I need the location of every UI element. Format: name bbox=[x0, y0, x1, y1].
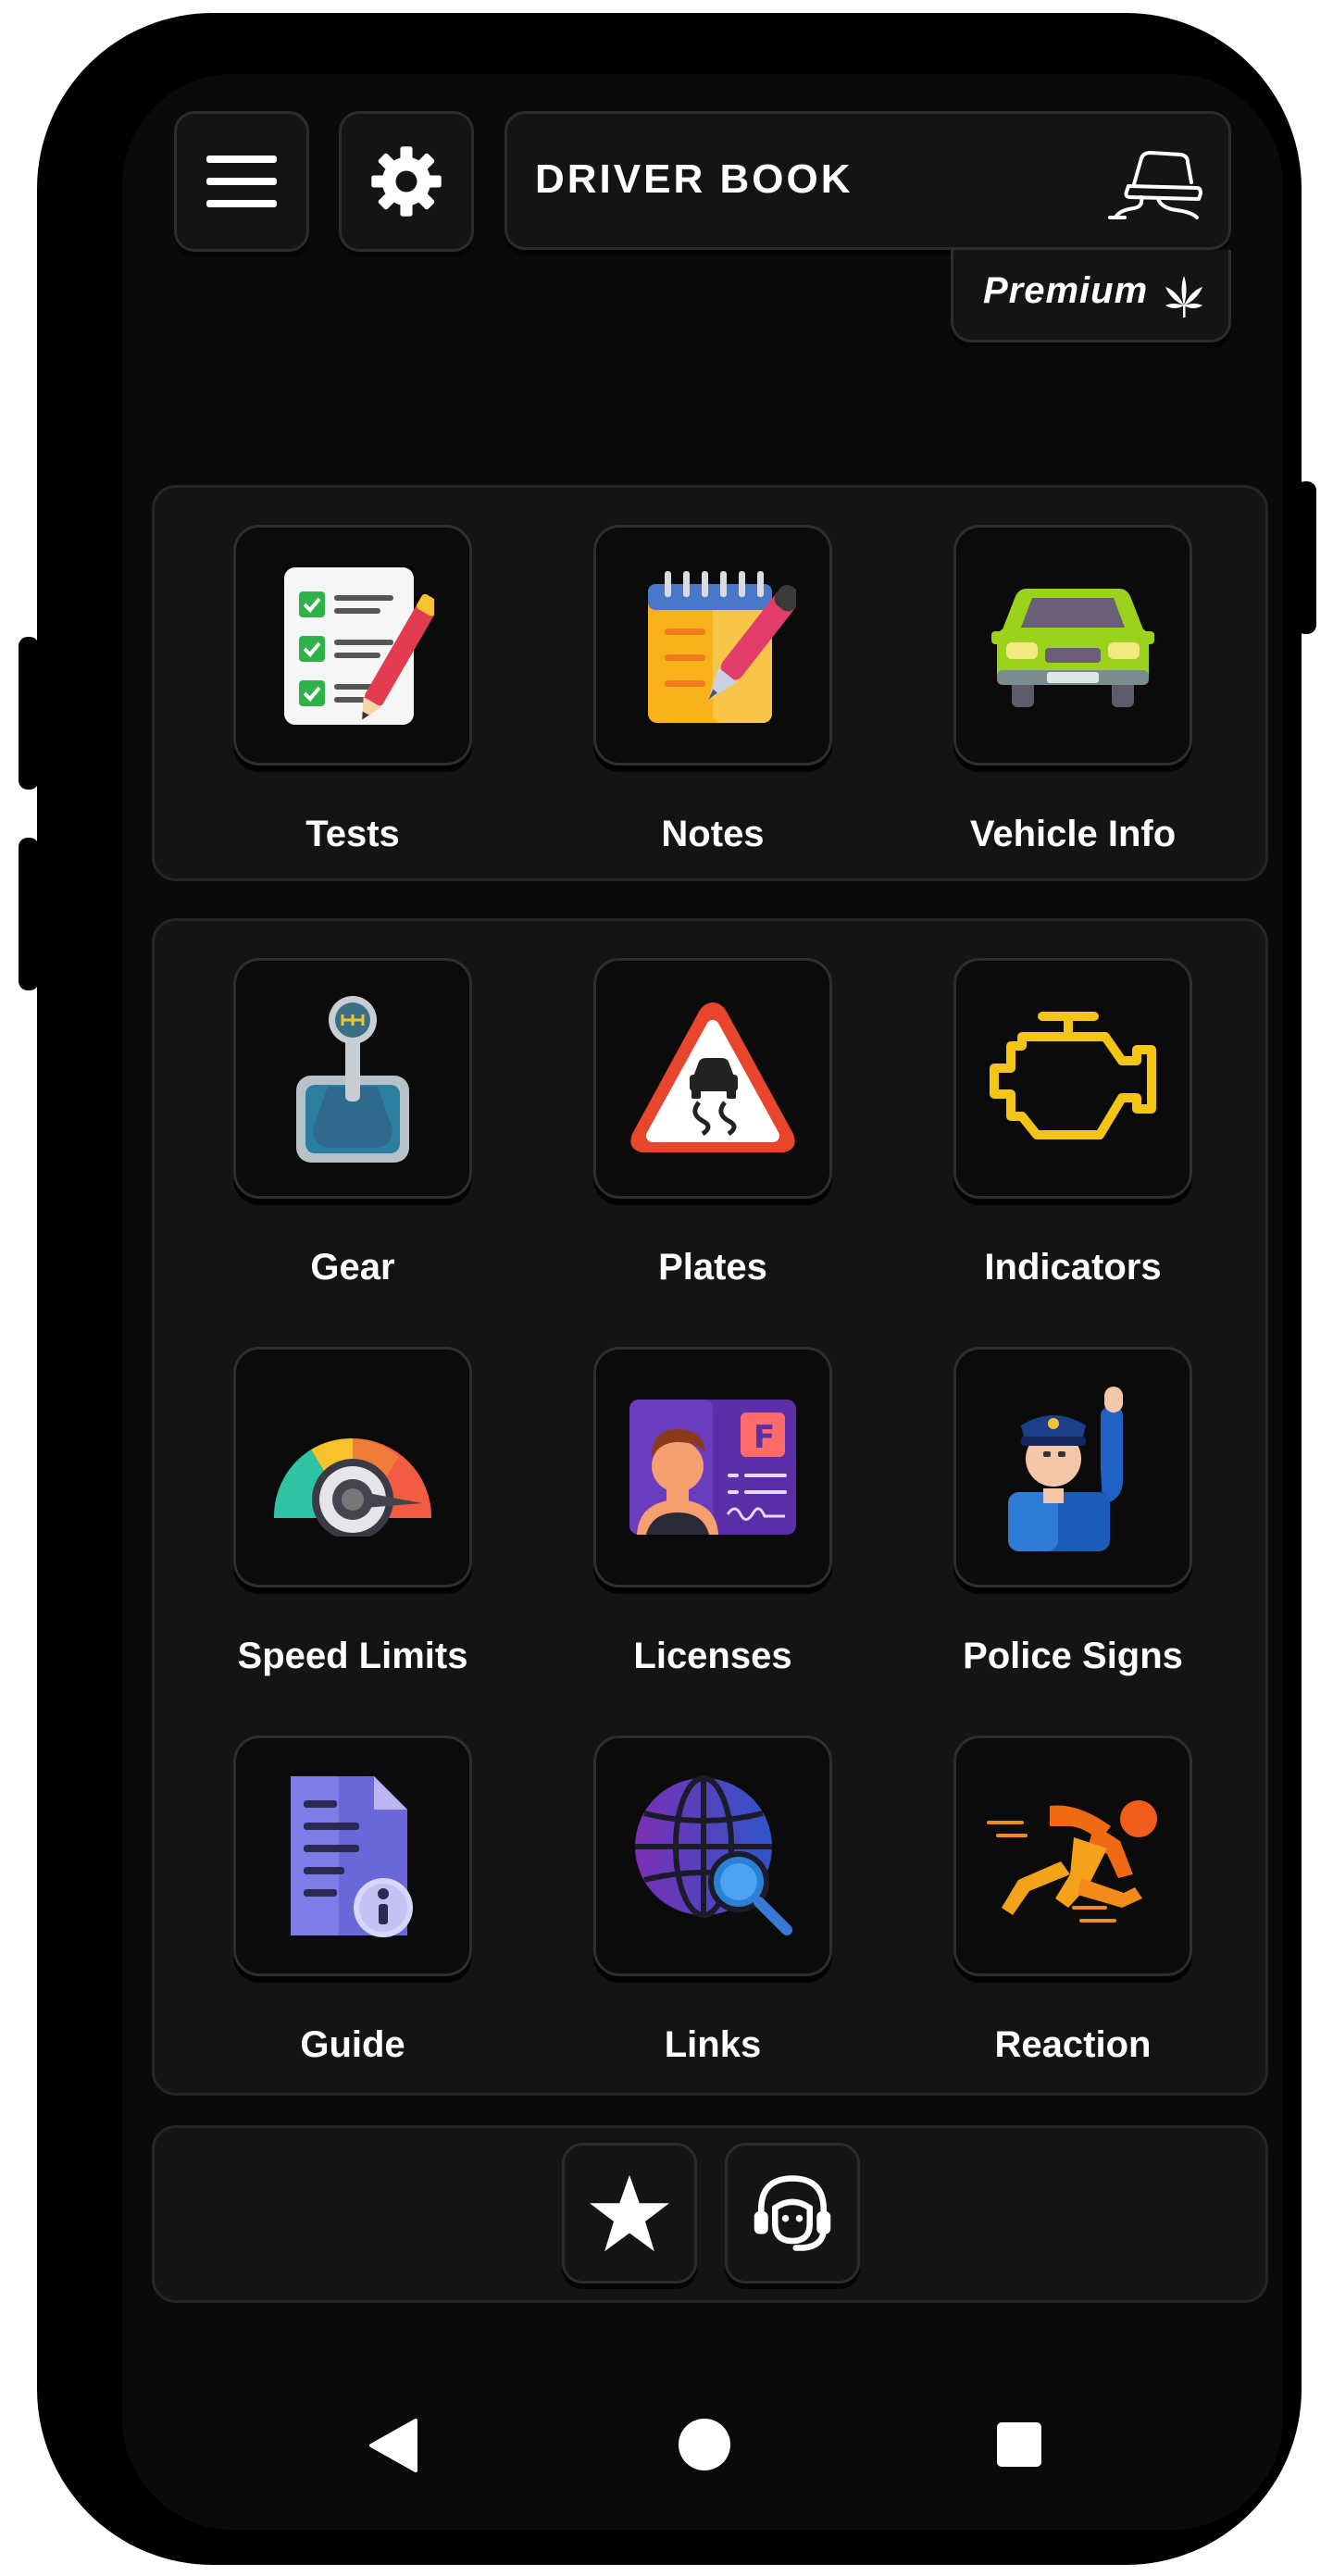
premium-label: Premium bbox=[983, 270, 1149, 311]
tests-label: Tests bbox=[305, 814, 400, 854]
plates-label: Plates bbox=[658, 1247, 767, 1288]
menu-button[interactable] bbox=[174, 111, 309, 252]
top-panel: Tests Notes Vehicle Info bbox=[152, 485, 1268, 881]
document-info-icon bbox=[291, 1776, 413, 1937]
volume-down-side-button bbox=[19, 838, 39, 990]
main-panel: Gear Plates Indicators Speed Limits F Li… bbox=[152, 918, 1268, 2096]
guide-label: Guide bbox=[300, 2024, 405, 2065]
settings-button[interactable] bbox=[339, 111, 474, 252]
globe-search-icon bbox=[635, 1775, 792, 1935]
indicators-label: Indicators bbox=[984, 1247, 1162, 1288]
vehicle-info-tile[interactable] bbox=[953, 525, 1192, 765]
gear-tile[interactable] bbox=[233, 958, 472, 1199]
notes-tile[interactable] bbox=[593, 525, 832, 765]
running-man-icon bbox=[987, 1800, 1157, 1923]
plates-tile[interactable] bbox=[593, 958, 832, 1199]
reaction-label: Reaction bbox=[994, 2024, 1152, 2065]
app-title: DRIVER BOOK bbox=[535, 156, 853, 202]
back-nav-icon[interactable] bbox=[368, 2419, 419, 2472]
slippery-road-sign-icon bbox=[630, 1002, 795, 1152]
indicators-tile[interactable] bbox=[953, 958, 1192, 1199]
licenses-tile[interactable]: F bbox=[593, 1347, 832, 1587]
guide-tile[interactable] bbox=[233, 1736, 472, 1976]
premium-badge[interactable]: Premium bbox=[951, 250, 1231, 342]
reaction-tile[interactable] bbox=[953, 1736, 1192, 1976]
police-officer-icon bbox=[1008, 1387, 1123, 1551]
speed-limits-tile[interactable] bbox=[233, 1347, 472, 1587]
recents-nav-icon[interactable] bbox=[996, 2421, 1042, 2468]
phone-frame: DRIVER BOOK Premium Tests Notes Vehicle … bbox=[37, 13, 1302, 2565]
license-card-icon: F bbox=[629, 1400, 796, 1535]
home-nav-icon[interactable] bbox=[678, 2418, 731, 2471]
svg-text:F: F bbox=[754, 1419, 775, 1456]
notes-label: Notes bbox=[661, 814, 765, 854]
speedometer-icon bbox=[273, 1437, 432, 1537]
skidding-car-icon bbox=[1108, 151, 1202, 219]
support-button[interactable] bbox=[725, 2143, 860, 2284]
bottom-panel bbox=[152, 2125, 1268, 2303]
licenses-label: Licenses bbox=[633, 1636, 792, 1676]
gear-icon bbox=[371, 146, 442, 217]
links-label: Links bbox=[664, 2024, 762, 2065]
vehicle-info-label: Vehicle Info bbox=[969, 814, 1177, 854]
tests-tile[interactable] bbox=[233, 525, 472, 765]
gear-shift-icon bbox=[296, 996, 409, 1163]
leaf-icon bbox=[1165, 276, 1202, 317]
volume-up-side-button bbox=[19, 637, 39, 790]
hamburger-icon bbox=[206, 156, 277, 207]
speed-limits-label: Speed Limits bbox=[237, 1636, 468, 1676]
headset-support-icon bbox=[754, 2175, 831, 2251]
checklist-icon bbox=[284, 567, 434, 725]
links-tile[interactable] bbox=[593, 1736, 832, 1976]
police-signs-tile[interactable] bbox=[953, 1347, 1192, 1587]
app-title-bar: DRIVER BOOK bbox=[505, 111, 1231, 250]
notepad-icon bbox=[648, 571, 796, 723]
car-front-icon bbox=[991, 589, 1154, 707]
check-engine-icon bbox=[990, 1012, 1156, 1139]
star-icon bbox=[590, 2174, 669, 2252]
app-screen: DRIVER BOOK Premium Tests Notes Vehicle … bbox=[122, 74, 1283, 2530]
favorites-button[interactable] bbox=[562, 2143, 697, 2284]
police-signs-label: Police Signs bbox=[963, 1636, 1183, 1676]
gear-label: Gear bbox=[310, 1247, 395, 1288]
